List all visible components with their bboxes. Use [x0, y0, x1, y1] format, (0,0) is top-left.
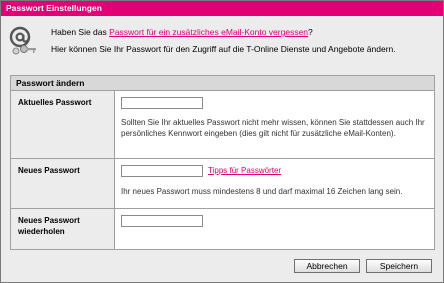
new-password-row: Neues Passwort Tipps für Passwörter Ihr …: [11, 159, 434, 209]
cancel-button[interactable]: Abbrechen: [294, 259, 360, 273]
new-password-input[interactable]: [121, 165, 203, 177]
repeat-password-label: Neues Passwort wiederholen: [11, 209, 115, 249]
current-password-row: Aktuelles Passwort Sollten Sie Ihr aktue…: [11, 91, 434, 159]
save-button[interactable]: Speichern: [366, 259, 432, 273]
dialog-title: Passwort Einstellungen: [1, 1, 443, 16]
forgot-password-text: Haben Sie das Passwort für ein zusätzlic…: [51, 27, 313, 37]
current-password-hint: Sollten Sie Ihr aktuelles Passwort nicht…: [121, 118, 425, 138]
new-password-hint: Ihr neues Passwort muss mindestens 8 und…: [121, 187, 403, 196]
password-settings-dialog: Passwort Einstellungen Haben Sie das Pas…: [0, 0, 444, 283]
current-password-label: Aktuelles Passwort: [11, 91, 115, 158]
new-password-label: Neues Passwort: [11, 159, 115, 208]
at-keys-icon: [9, 26, 36, 55]
repeat-password-row: Neues Passwort wiederholen: [11, 209, 434, 249]
forgot-password-suffix: ?: [308, 27, 313, 37]
change-password-panel: Passwort ändern Aktuelles Passwort Sollt…: [10, 75, 435, 250]
repeat-password-input[interactable]: [121, 215, 203, 227]
password-tips-link[interactable]: Tipps für Passwörter: [208, 166, 281, 175]
forgot-email-password-link[interactable]: Passwort für ein zusätzliches eMail-Kont…: [109, 27, 308, 37]
current-password-input[interactable]: [121, 97, 203, 109]
forgot-password-prefix: Haben Sie das: [51, 27, 110, 37]
intro-text: Hier können Sie Ihr Passwort für den Zug…: [51, 44, 396, 54]
panel-title: Passwort ändern: [11, 76, 434, 91]
